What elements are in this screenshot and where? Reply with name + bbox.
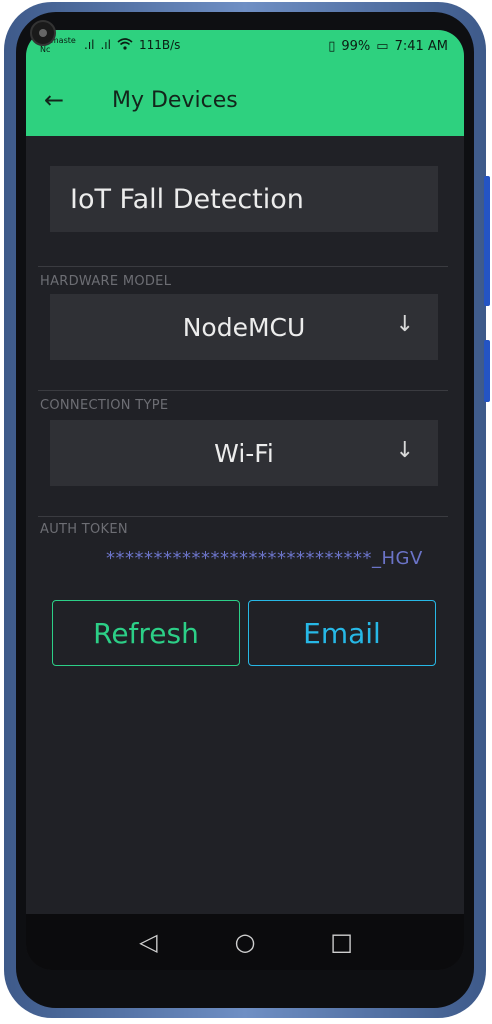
device-name-field[interactable]: IoT Fall Detection [50, 166, 438, 232]
hardware-model-value: NodeMCU [182, 312, 306, 342]
hardware-model-label: HARDWARE MODEL [40, 274, 172, 289]
status-right: ▯ 99% ▭ 7:41 AM [328, 39, 448, 54]
connection-type-label: CONNECTION TYPE [40, 398, 169, 413]
dropdown-arrow-icon: ↓ [395, 438, 414, 463]
wifi-icon [117, 37, 133, 53]
app-bar: ← My Devices [26, 64, 464, 136]
hardware-model-select[interactable]: NodeMCU ↓ [50, 294, 438, 360]
nav-recents-icon[interactable]: □ [327, 928, 357, 956]
phone-screen: Namaste Nc .ıl .ıl 111B/s ▯ 99% ▭ 7:41 A… [26, 30, 464, 970]
battery-percent: 99% [341, 39, 371, 54]
dropdown-arrow-icon: ↓ [395, 312, 414, 337]
signal-icon: .ıl [84, 38, 95, 52]
refresh-button[interactable]: Refresh [52, 600, 240, 666]
nav-home-icon[interactable]: ○ [230, 928, 260, 956]
system-nav-bar: ◁ ○ □ [26, 914, 464, 970]
network-speed: 111B/s [138, 38, 181, 52]
connection-type-value: Wi-Fi [214, 438, 274, 468]
divider [38, 266, 448, 267]
status-bar: Namaste Nc .ıl .ıl 111B/s ▯ 99% ▭ 7:41 A… [26, 30, 464, 64]
battery-icon: ▭ [376, 39, 389, 54]
front-camera-icon [30, 20, 56, 46]
volume-button [484, 176, 490, 306]
clock: 7:41 AM [394, 39, 448, 54]
auth-token-value[interactable]: ****************************_HGV [106, 548, 423, 569]
page-title: My Devices [112, 87, 238, 113]
vibrate-icon: ▯ [328, 39, 336, 54]
nav-back-icon[interactable]: ◁ [133, 928, 163, 956]
divider [38, 516, 448, 517]
connection-type-select[interactable]: Wi-Fi ↓ [50, 420, 438, 486]
status-left: Namaste Nc .ıl .ıl 111B/s [40, 36, 180, 54]
device-settings: IoT Fall Detection HARDWARE MODEL NodeMC… [26, 136, 464, 914]
email-button[interactable]: Email [248, 600, 436, 666]
back-arrow-icon[interactable]: ← [44, 86, 100, 114]
power-button [484, 340, 490, 402]
divider [38, 390, 448, 391]
auth-token-label: AUTH TOKEN [40, 522, 128, 537]
signal-icon-2: .ıl [100, 38, 111, 52]
